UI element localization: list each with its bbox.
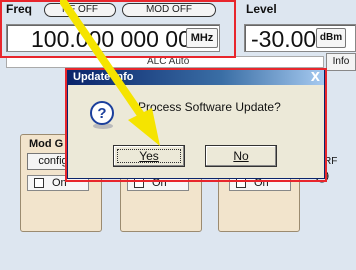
mod-gen-title: Mod G [29, 138, 64, 150]
mod-gen-on-checkbox[interactable] [34, 178, 44, 188]
level-unit-button[interactable]: dBm [316, 28, 346, 48]
info-button[interactable]: Info [326, 53, 356, 71]
pointer-arrow-icon [60, 0, 160, 146]
level-value: -30.00 [251, 26, 317, 52]
level-label: Level [246, 2, 277, 16]
